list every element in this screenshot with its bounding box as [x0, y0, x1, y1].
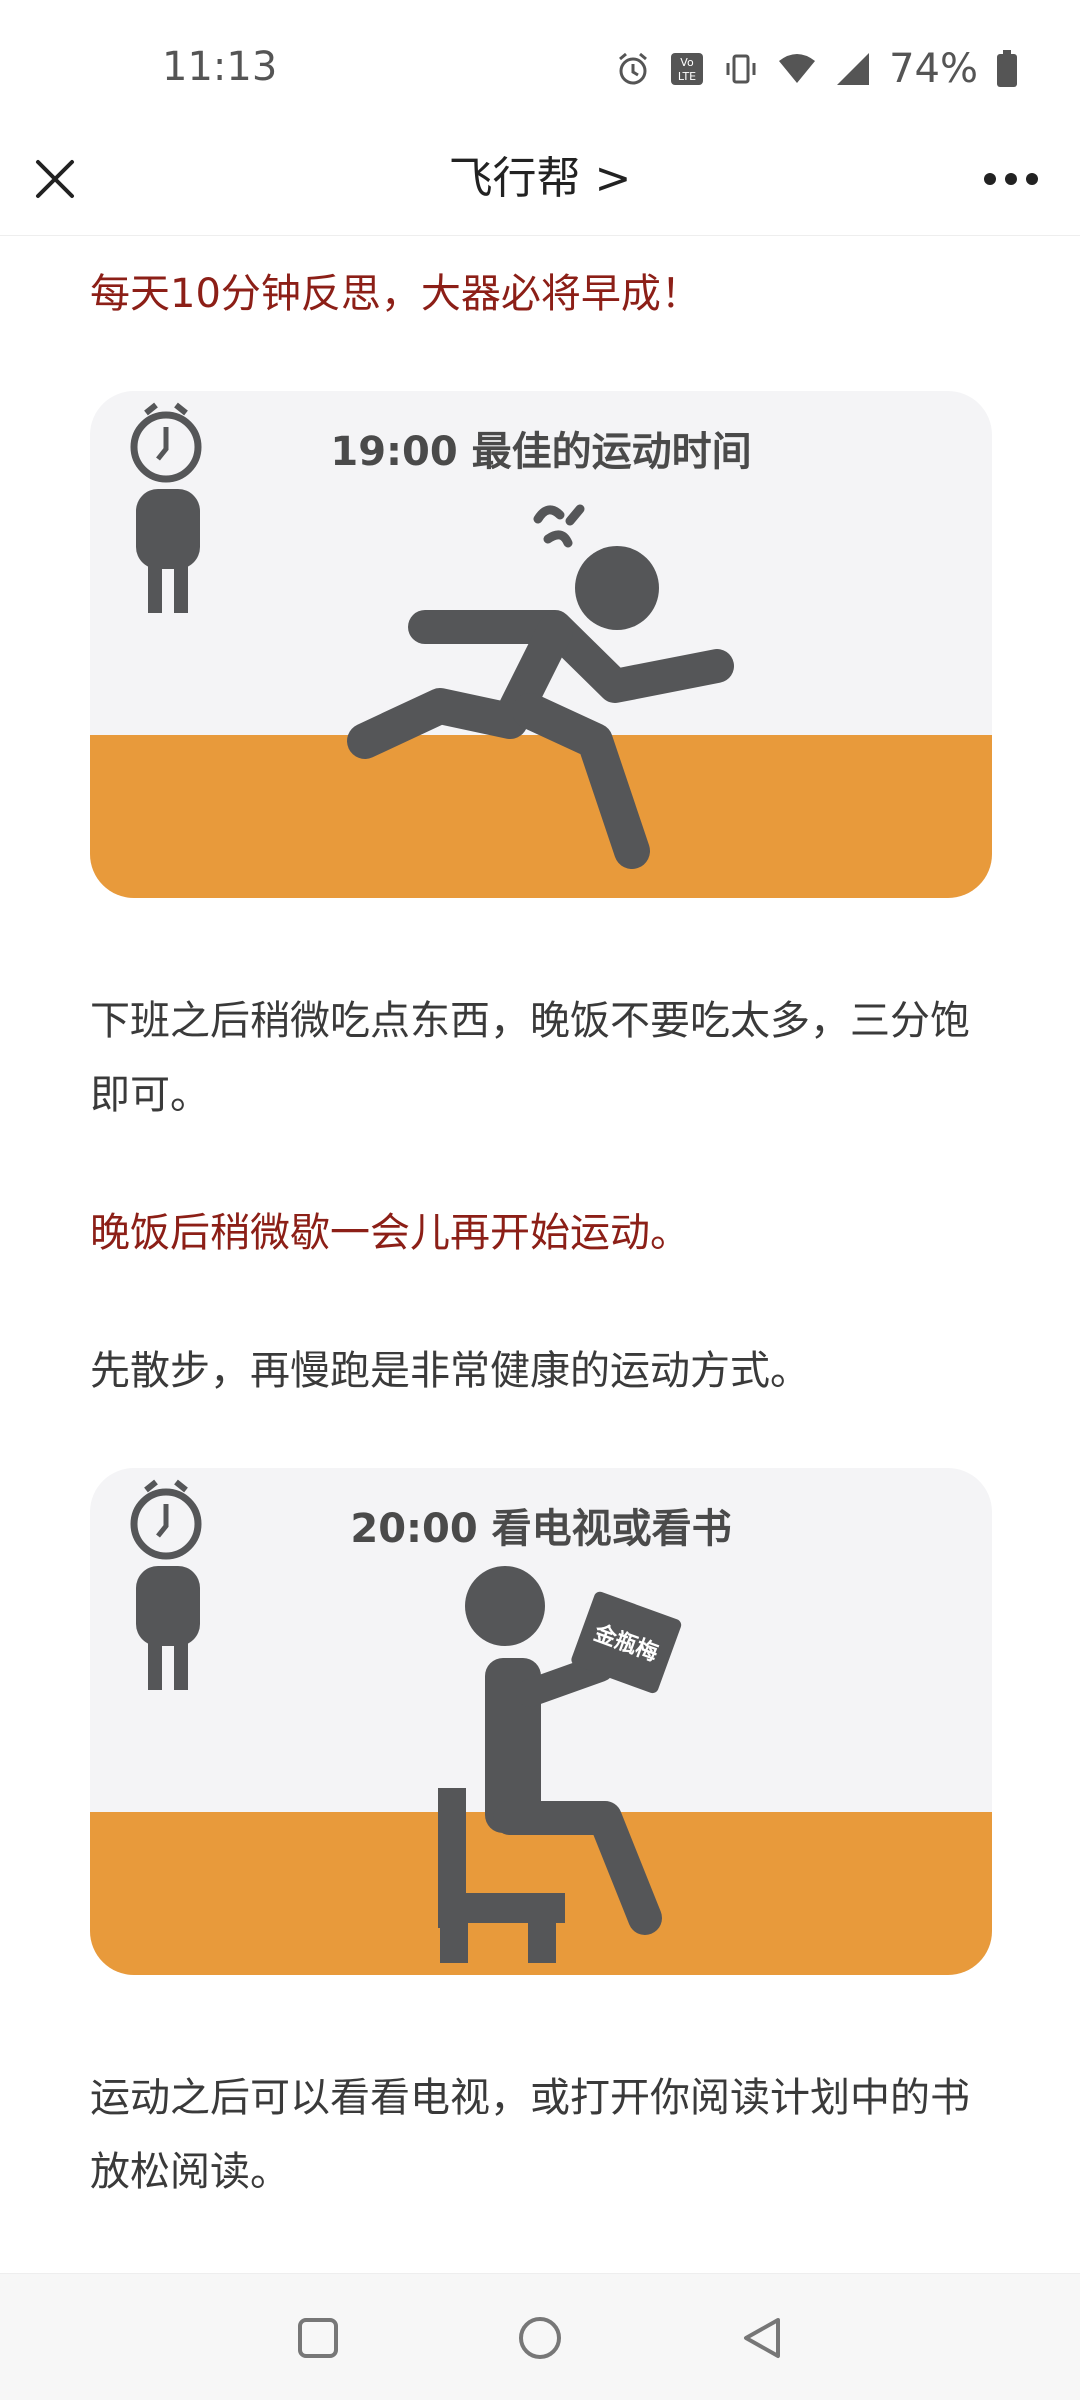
runner-figure [347, 504, 734, 869]
more-icon [984, 173, 1038, 185]
illustration-reading: 20:00 看电视或看书 金瓶梅 [90, 1468, 992, 1975]
paragraph-walk: 先散步，再慢跑是非常健康的运动方式。 [90, 1348, 810, 1394]
illustration-exercise: 19:00 最佳的运动时间 [90, 391, 992, 898]
home-icon [519, 2317, 561, 2359]
back-button[interactable] [726, 2302, 798, 2374]
clock-person-icon [130, 1479, 202, 1690]
more-button[interactable] [966, 148, 1056, 210]
running-figure-image [130, 402, 734, 869]
nav-bar: 飞行帮 > [0, 120, 1080, 236]
wifi-icon [779, 54, 816, 83]
intro-text: 每天10分钟反思，大器必将早成！ [90, 271, 701, 317]
seated-reader-figure: 金瓶梅 [438, 1566, 682, 1963]
signal-icon [837, 53, 870, 85]
volte-icon: Vo LTE [671, 53, 704, 85]
article-body: 每天10分钟反思，大器必将早成！ 19:00 最佳的运动时间 下班之后稍微吃点东… [90, 235, 992, 2209]
alarm-icon [619, 52, 648, 85]
vibrate-icon [726, 54, 756, 84]
paragraph-reading: 运动之后可以看看电视，或打开你阅读计划中的书放松阅读。 [90, 2075, 970, 2195]
home-button[interactable] [504, 2302, 576, 2374]
recents-button[interactable] [282, 2302, 354, 2374]
recents-icon [298, 2318, 338, 2358]
status-bar: 11:13 Vo LTE 74% [0, 0, 1080, 135]
svg-text:Vo: Vo [680, 56, 694, 69]
status-time: 11:13 [162, 44, 278, 90]
reading-figure-image: 金瓶梅 [130, 1479, 682, 1963]
paragraph-dinner: 下班之后稍微吃点东西，晚饭不要吃太多，三分饱即可。 [90, 998, 970, 1118]
system-nav-bar [0, 2273, 1080, 2400]
battery-percent: 74% [889, 46, 978, 92]
account-title[interactable]: 飞行帮 > [0, 142, 1080, 206]
back-icon [744, 2318, 780, 2358]
status-icons: Vo LTE 74% [615, 44, 1018, 94]
clock-person-icon [130, 402, 202, 613]
highlight-rest: 晚饭后稍微歇一会儿再开始运动。 [90, 1210, 690, 1256]
svg-text:LTE: LTE [678, 70, 696, 83]
battery-icon [997, 50, 1017, 87]
